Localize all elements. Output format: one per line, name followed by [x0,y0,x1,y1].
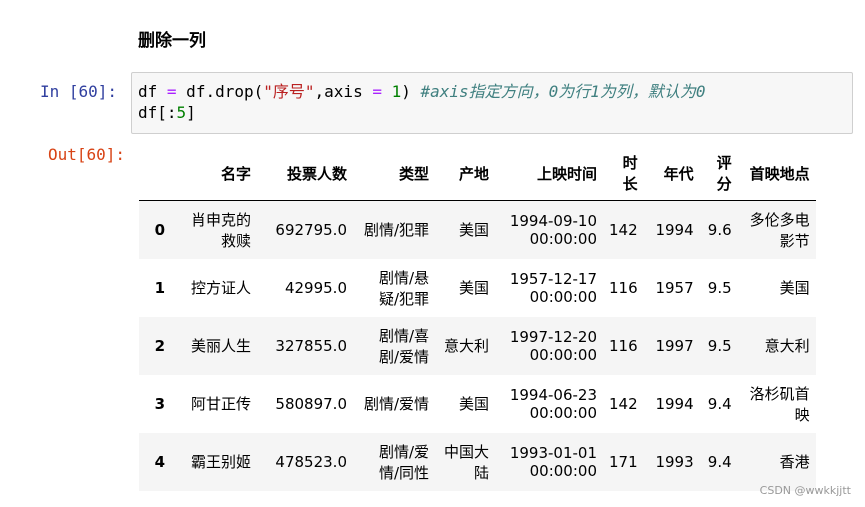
cell-votes: 692795.0 [275,220,347,239]
cell-type: 剧情/爱情/同性 [378,442,429,482]
cell-score: 9.6 [707,220,732,239]
cell-place: 多伦多电影节 [749,210,810,250]
row-index: 3 [154,394,165,413]
code-cell[interactable]: df = df.drop("序号",axis = 1) #axis指定方向，0为… [131,72,853,134]
code-token: ) [401,82,421,101]
header-date: 上映时间 [495,146,603,201]
cell-type: 剧情/犯罪 [363,221,429,240]
header-index [139,146,171,201]
cell-country: 意大利 [443,337,489,355]
cell-date: 1957-12-17 00:00:00 [509,269,597,306]
cell-votes: 42995.0 [284,278,347,297]
cell-name: 美丽人生 [190,337,251,355]
row-index: 0 [154,220,165,239]
row-index: 4 [154,452,165,471]
header-place: 首映地点 [737,146,816,201]
header-type: 类型 [353,146,435,201]
cell-date: 1997-12-20 00:00:00 [509,327,597,364]
cell-year: 1997 [655,336,694,355]
code-token: df.drop( [176,82,264,101]
cell-duration: 171 [609,452,638,471]
cell-date: 1994-06-23 00:00:00 [509,385,597,422]
table-row: 1 控方证人 42995.0 剧情/悬疑/犯罪 美国 1957-12-17 00… [139,259,816,317]
header-duration: 时长 [603,146,644,201]
cell-votes: 580897.0 [275,394,347,413]
output-prompt: Out[60]: [48,145,126,164]
cell-duration: 142 [609,220,638,239]
cell-duration: 116 [609,336,638,355]
input-prompt: In [60]: [40,82,118,101]
cell-votes: 327855.0 [275,336,347,355]
cell-country: 美国 [458,221,489,240]
header-name: 名字 [171,146,257,201]
header-country: 产地 [435,146,495,201]
header-year: 年代 [643,146,700,201]
cell-score: 9.4 [707,394,732,413]
cell-year: 1994 [655,394,694,413]
cell-date: 1993-01-01 00:00:00 [509,443,597,480]
code-token: "序号" [263,82,315,101]
code-token: = [166,82,177,101]
watermark: CSDN @wwkkjjtt [759,484,851,497]
cell-name: 控方证人 [190,279,251,297]
cell-score: 9.5 [707,336,732,355]
dataframe-table: 名字 投票人数 类型 产地 上映时间 时长 年代 评分 首映地点 0 肖申克的救… [139,146,816,491]
cell-place: 香港 [779,453,810,471]
cell-name: 阿甘正传 [190,395,251,413]
cell-votes: 478523.0 [275,452,347,471]
table-row: 0 肖申克的救赎 692795.0 剧情/犯罪 美国 1994-09-10 00… [139,200,816,259]
code-token: ,axis [314,82,373,101]
cell-score: 9.5 [707,278,732,297]
table-row: 3 阿甘正传 580897.0 剧情/爱情 美国 1994-06-23 00:0… [139,375,816,433]
code-token: ] [186,103,196,122]
code-token: 5 [176,103,187,122]
cell-year: 1993 [655,452,694,471]
cell-place: 洛杉矶首映 [749,384,810,424]
cell-duration: 116 [609,278,638,297]
cell-place: 意大利 [764,337,810,355]
cell-year: 1957 [655,278,694,297]
cell-score: 9.4 [707,452,732,471]
code-comment: #axis指定方向，0为行1为列，默认为0 [420,82,706,101]
code-token: df [138,82,167,101]
code-token: 1 [381,82,402,101]
header-votes: 投票人数 [257,146,353,201]
cell-country: 中国大陆 [443,442,489,482]
cell-year: 1994 [655,220,694,239]
cell-duration: 142 [609,394,638,413]
cell-type: 剧情/悬疑/犯罪 [378,268,429,308]
cell-place: 美国 [779,279,810,297]
header-score: 评分 [699,146,738,201]
cell-name: 肖申克的救赎 [190,210,251,250]
table-row: 2 美丽人生 327855.0 剧情/喜剧/爱情 意大利 1997-12-20 … [139,316,816,375]
row-index: 2 [154,336,165,355]
table-header-row: 名字 投票人数 类型 产地 上映时间 时长 年代 评分 首映地点 [139,146,816,201]
row-index: 1 [154,278,165,297]
cell-name: 霸王别姬 [190,453,251,471]
table-row: 4 霸王别姬 478523.0 剧情/爱情/同性 中国大陆 1993-01-01… [139,432,816,491]
code-token: = [372,82,382,101]
cell-country: 美国 [458,395,489,413]
cell-type: 剧情/喜剧/爱情 [378,326,429,366]
cell-country: 美国 [458,279,489,297]
cell-type: 剧情/爱情 [363,395,429,413]
code-token: df[: [138,103,177,122]
markdown-heading: 删除一列 [138,31,206,51]
cell-date: 1994-09-10 00:00:00 [509,211,597,248]
